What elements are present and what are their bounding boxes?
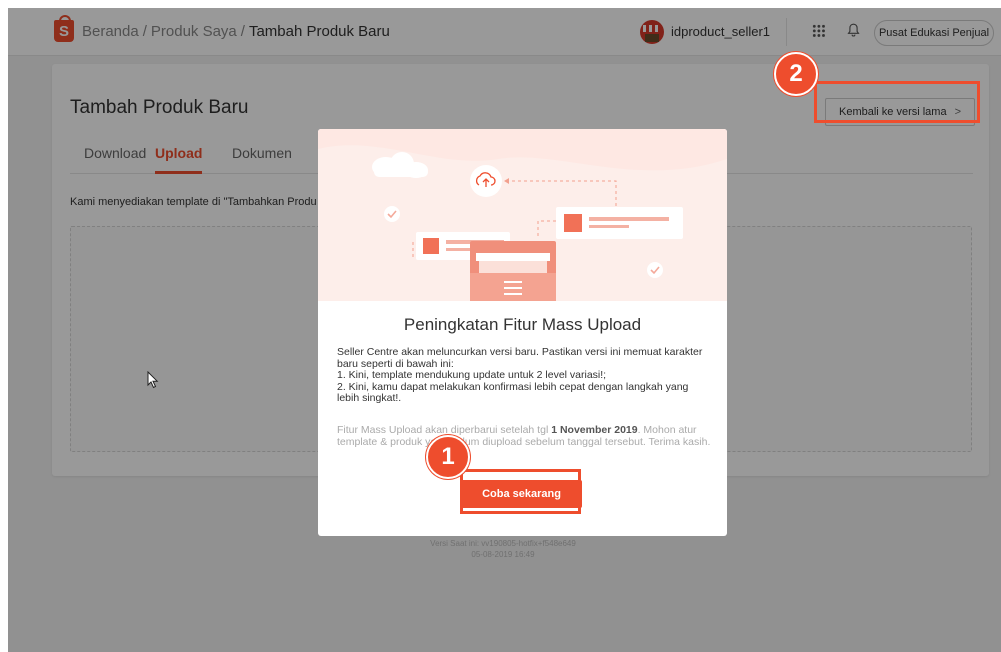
modal-note-date: 1 November 2019 — [551, 424, 638, 436]
modal-title: Peningkatan Fitur Mass Upload — [403, 315, 642, 334]
modal-note: Fitur Mass Upload akan diperbarui setela… — [337, 424, 712, 448]
modal-point-1: 1. Kini, template mendukung update untuk… — [337, 369, 607, 381]
modal-body: Seller Centre akan meluncurkan versi bar… — [337, 346, 712, 405]
highlight-old-version — [814, 81, 980, 123]
step-badge-1: 1 — [426, 435, 470, 479]
mouse-cursor-icon — [147, 371, 159, 389]
modal-point-2: 2. Kini, kamu dapat melakukan konfirmasi… — [337, 380, 689, 404]
upload-illustration — [318, 129, 727, 301]
modal-note-pre: Fitur Mass Upload akan diperbarui setela… — [337, 424, 552, 436]
app-frame: S Beranda / Produk Saya / Tambah Produk Baru… — [8, 8, 1001, 652]
modal-intro: Seller Centre akan meluncurkan versi bar… — [337, 346, 703, 370]
step-badge-2: 2 — [774, 52, 818, 96]
highlight-try-now — [460, 469, 581, 514]
